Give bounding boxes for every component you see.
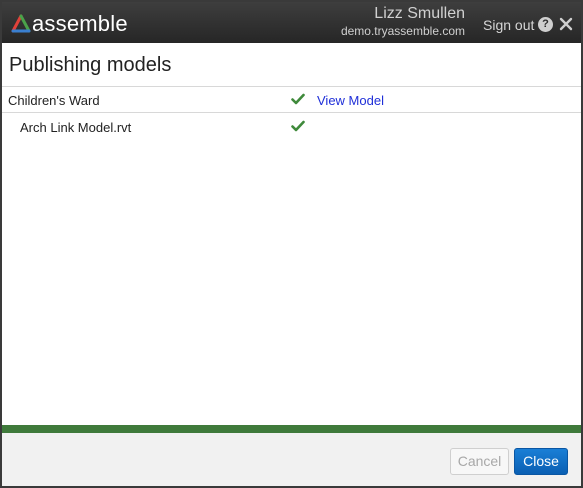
close-button[interactable]: Close xyxy=(514,448,568,475)
title-divider xyxy=(2,86,581,87)
publishing-dialog: assemble Lizz Smullen demo.tryassemble.c… xyxy=(0,0,583,488)
page-title: Publishing models xyxy=(9,54,172,76)
progress-bar xyxy=(2,425,581,433)
help-icon[interactable]: ? xyxy=(538,17,553,32)
model-row: Arch Link Model.rvt xyxy=(2,115,581,139)
logo-text: assemble xyxy=(32,11,128,36)
header-bar: assemble Lizz Smullen demo.tryassemble.c… xyxy=(2,2,581,43)
cancel-button[interactable]: Cancel xyxy=(450,448,509,475)
check-icon xyxy=(291,93,305,105)
assemble-logo-icon xyxy=(11,14,31,33)
check-icon xyxy=(291,120,305,132)
model-row: Children's Ward View Model xyxy=(2,88,581,112)
user-name: Lizz Smullen xyxy=(374,5,465,22)
close-icon[interactable] xyxy=(559,15,573,33)
assemble-logo: assemble xyxy=(10,11,128,37)
model-name: Arch Link Model.rvt xyxy=(20,120,132,135)
dialog-footer: Cancel Close xyxy=(2,433,581,486)
sign-out-link[interactable]: Sign out xyxy=(483,17,534,33)
row-divider xyxy=(2,112,581,113)
model-name: Children's Ward xyxy=(8,93,100,108)
view-model-link[interactable]: View Model xyxy=(317,93,384,108)
user-domain: demo.tryassemble.com xyxy=(340,24,465,38)
